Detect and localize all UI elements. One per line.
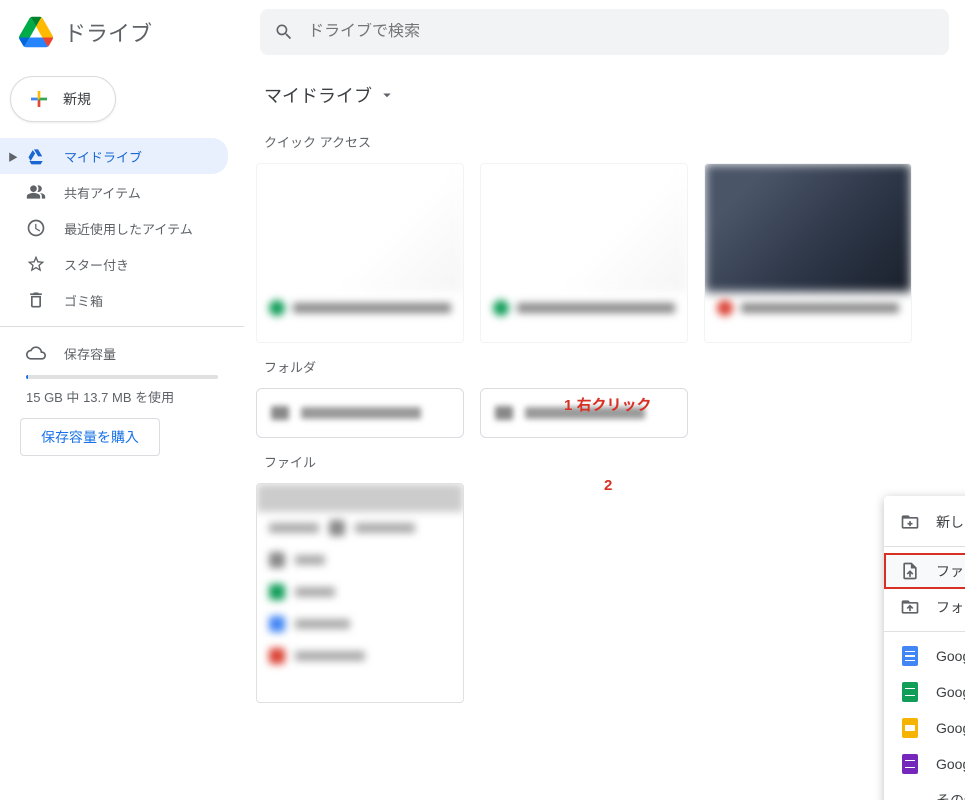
drive-logo-icon [16, 12, 56, 52]
ctx-label: Google フォーム [936, 754, 965, 774]
quick-card[interactable] [256, 163, 464, 343]
ctx-google-sheets[interactable]: Google スプレッドシート ❯ [884, 674, 965, 710]
nav-recent[interactable]: 最近使用したアイテム [0, 210, 228, 246]
product-name: ドライブ [64, 16, 152, 48]
cloud-icon [26, 343, 46, 363]
ctx-label: その他 [936, 790, 965, 800]
nav-label: マイドライブ [64, 147, 142, 166]
file-card[interactable] [256, 483, 464, 703]
new-label: 新規 [63, 89, 91, 109]
main-panel: マイドライブ クイック アクセス フォルダ ファイル 1 右クリック 2 [244, 64, 965, 800]
breadcrumb-label: マイドライブ [264, 82, 372, 108]
ctx-label: Google スライド [936, 718, 965, 738]
slides-icon [900, 718, 920, 738]
nav-label: 最近使用したアイテム [64, 219, 193, 238]
caret-icon: ▶ [8, 149, 18, 164]
sheets-icon [900, 682, 920, 702]
quick-access-label: クイック アクセス [264, 132, 965, 151]
nav-storage[interactable]: 保存容量 [0, 335, 244, 371]
ctx-google-slides[interactable]: Google スライド ❯ [884, 710, 965, 746]
star-icon [26, 254, 46, 274]
ctx-google-docs[interactable]: Google ドキュメント ❯ [884, 638, 965, 674]
buy-storage-button[interactable]: 保存容量を購入 [20, 418, 160, 456]
ctx-other[interactable]: その他 ❯ [884, 782, 965, 800]
new-folder-icon [900, 512, 920, 532]
breadcrumb[interactable]: マイドライブ [252, 76, 965, 114]
forms-icon [900, 754, 920, 774]
divider [0, 326, 244, 327]
clock-icon [26, 218, 46, 238]
ctx-google-forms[interactable]: Google フォーム ❯ [884, 746, 965, 782]
quick-card[interactable] [480, 163, 688, 343]
upload-folder-icon [900, 597, 920, 617]
search-icon [274, 22, 294, 42]
storage-used-text: 15 GB 中 13.7 MB を使用 [0, 387, 244, 418]
divider [884, 631, 965, 632]
search-bar[interactable] [260, 9, 949, 55]
ctx-label: Google ドキュメント [936, 646, 965, 666]
shared-icon [26, 182, 46, 202]
dropdown-icon [378, 86, 396, 104]
nav-starred[interactable]: スター付き [0, 246, 228, 282]
logo-area[interactable]: ドライブ [16, 12, 260, 52]
plus-icon [27, 87, 51, 111]
context-menu: 新しいフォルダ ファイルをアップロード フォルダをアップロード Google ド… [884, 496, 965, 800]
nav-my-drive[interactable]: ▶ マイドライブ [0, 138, 228, 174]
ctx-new-folder[interactable]: 新しいフォルダ [884, 504, 965, 540]
folder-card[interactable] [256, 388, 464, 438]
upload-file-icon [900, 561, 920, 581]
nav-label: スター付き [64, 255, 129, 274]
header: ドライブ [0, 0, 965, 64]
ctx-label: ファイルをアップロード [936, 561, 965, 581]
nav-label: 共有アイテム [64, 183, 141, 202]
drive-icon [26, 146, 46, 166]
nav-trash[interactable]: ゴミ箱 [0, 282, 228, 318]
sidebar: 新規 ▶ マイドライブ 共有アイテム 最近使用したアイテム スター付き ゴミ箱 … [0, 64, 244, 800]
quick-access-row [256, 163, 965, 343]
ctx-upload-folder[interactable]: フォルダをアップロード [884, 589, 965, 625]
files-label: ファイル [264, 452, 965, 471]
storage-bar [26, 375, 218, 379]
docs-icon [900, 646, 920, 666]
ctx-upload-file[interactable]: ファイルをアップロード [884, 553, 965, 589]
ctx-label: Google スプレッドシート [936, 682, 965, 702]
folders-label: フォルダ [264, 357, 965, 376]
spacer [900, 790, 920, 800]
quick-card[interactable] [704, 163, 912, 343]
divider [884, 546, 965, 547]
ctx-label: 新しいフォルダ [936, 512, 965, 532]
annotation-2: 2 [604, 477, 612, 494]
annotation-1: 1 右クリック [564, 394, 652, 415]
trash-icon [26, 290, 46, 310]
storage-label: 保存容量 [64, 344, 116, 363]
nav-shared[interactable]: 共有アイテム [0, 174, 228, 210]
ctx-label: フォルダをアップロード [936, 597, 965, 617]
new-button[interactable]: 新規 [10, 76, 116, 122]
search-input[interactable] [308, 23, 935, 41]
nav-label: ゴミ箱 [64, 291, 103, 310]
